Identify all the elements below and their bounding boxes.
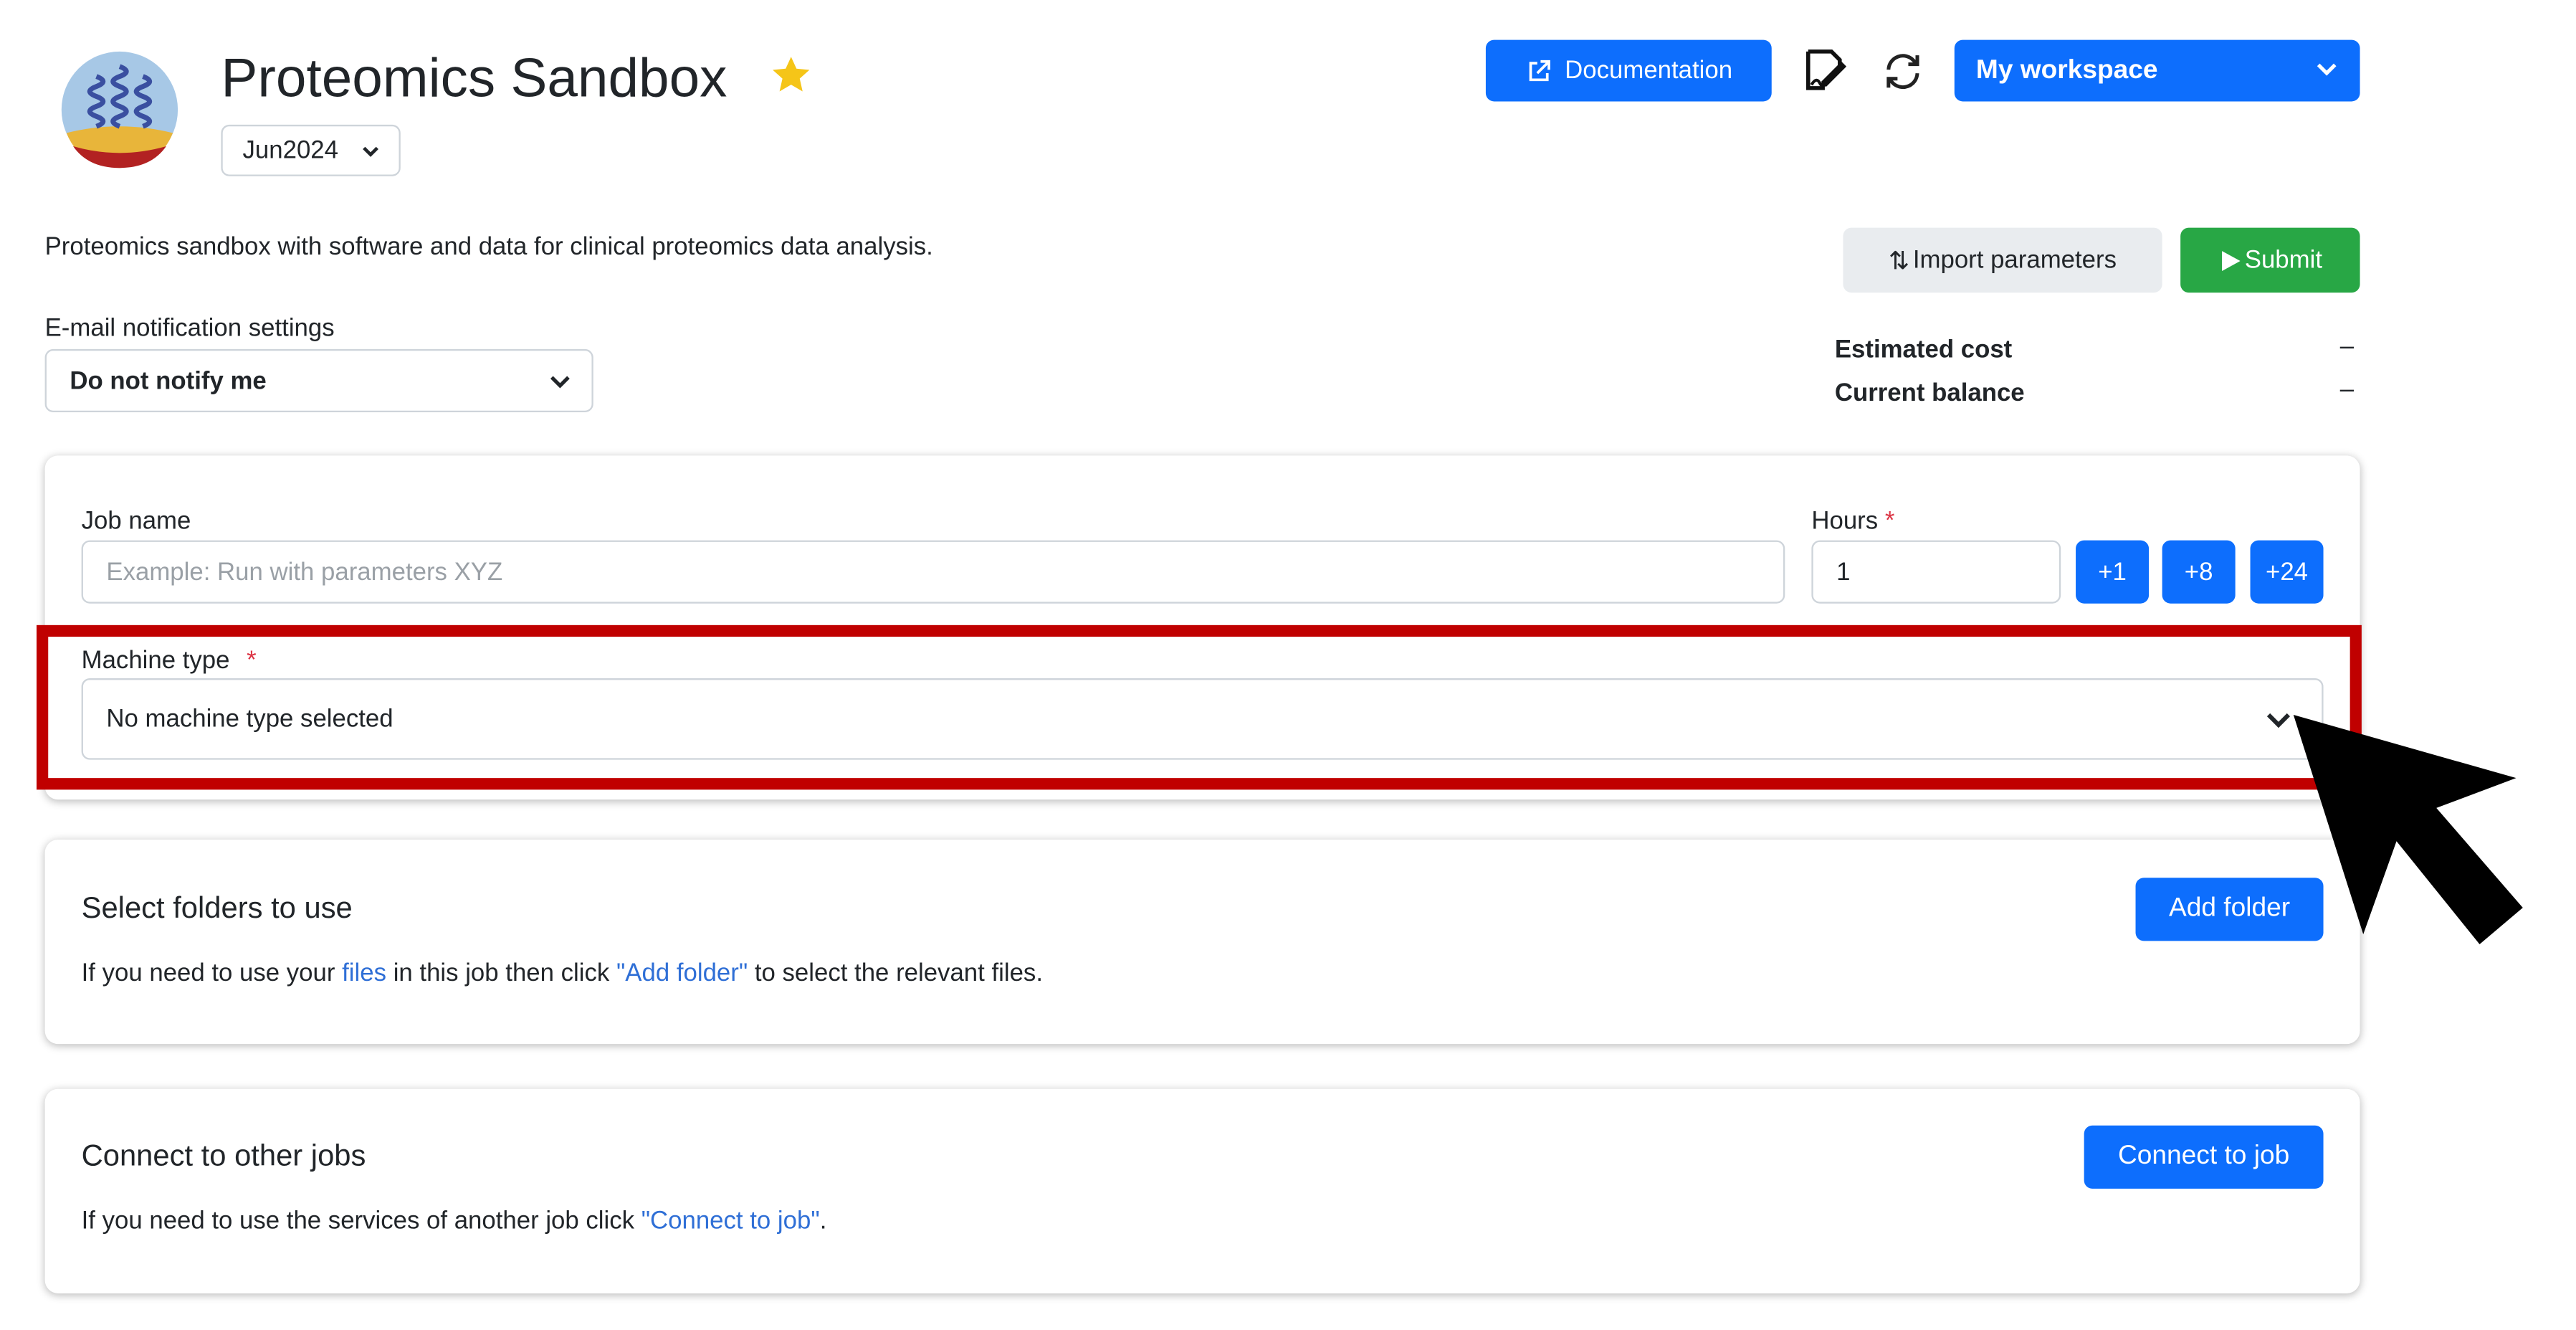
connect-text-suffix: . xyxy=(819,1207,827,1235)
star-icon[interactable] xyxy=(770,53,813,96)
submit-button[interactable]: Submit xyxy=(2180,227,2360,293)
email-notification-value: Do not notify me xyxy=(70,366,267,395)
import-parameters-button[interactable]: ⇅ Import parameters xyxy=(1843,227,2162,293)
connect-to-job-button[interactable]: Connect to job xyxy=(2084,1125,2324,1189)
chevron-down-icon xyxy=(363,146,378,157)
email-settings-label: E-mail notification settings xyxy=(44,314,335,343)
required-mark: * xyxy=(1884,507,1895,536)
connect-help-text: If you need to use the services of anoth… xyxy=(82,1207,827,1235)
add-1-hour-button[interactable]: +1 xyxy=(2076,540,2150,604)
import-label: Import parameters xyxy=(1912,246,2117,275)
chevron-down-icon xyxy=(550,376,570,389)
current-balance-label: Current balance xyxy=(1834,379,2025,408)
hours-input[interactable]: 1 xyxy=(1811,540,2061,604)
play-icon xyxy=(2221,250,2240,270)
email-notification-select[interactable]: Do not notify me xyxy=(44,348,593,413)
workspace-value: My workspace xyxy=(1975,55,2158,85)
estimated-cost-label: Estimated cost xyxy=(1834,336,2013,364)
page-title: Proteomics Sandbox xyxy=(221,46,728,108)
documentation-button[interactable]: Documentation xyxy=(1485,39,1772,102)
estimated-cost-value: – xyxy=(2339,332,2355,361)
hours-label: Hours * xyxy=(1811,507,1894,535)
add-8-hours-button[interactable]: +8 xyxy=(2162,540,2236,604)
connect-text-prefix: If you need to use the services of anoth… xyxy=(81,1207,641,1235)
documentation-label: Documentation xyxy=(1565,56,1733,85)
folders-text-middle: in this job then click xyxy=(386,959,616,988)
cursor-arrow-icon xyxy=(2263,698,2529,948)
version-value: Jun2024 xyxy=(242,136,339,165)
folders-text-prefix: If you need to use your xyxy=(81,959,343,988)
hours-label-text: Hours xyxy=(1811,507,1879,536)
files-link[interactable]: files xyxy=(342,959,386,987)
connect-job-quote: "Connect to job" xyxy=(641,1207,820,1235)
folders-title: Select folders to use xyxy=(81,890,353,925)
refresh-icon[interactable] xyxy=(1881,50,1924,93)
connect-jobs-card xyxy=(44,1088,2360,1293)
job-name-label: Job name xyxy=(81,507,191,536)
page-description: Proteomics sandbox with software and dat… xyxy=(44,232,933,262)
connect-title: Connect to other jobs xyxy=(81,1139,366,1172)
add-24-hours-button[interactable]: +24 xyxy=(2250,540,2324,604)
submit-label: Submit xyxy=(2244,246,2323,275)
highlight-box xyxy=(37,624,2362,790)
folders-help-text: If you need to use your files in this jo… xyxy=(82,959,1043,987)
add-folder-quote: "Add folder" xyxy=(616,959,748,988)
current-balance-value: – xyxy=(2339,376,2355,404)
chevron-down-icon xyxy=(2317,63,2337,76)
app-logo xyxy=(59,50,179,170)
external-link-icon xyxy=(1528,59,1550,80)
folders-card xyxy=(44,839,2360,1045)
signature-icon[interactable] xyxy=(1801,48,1851,95)
folders-text-suffix: to select the relevant files. xyxy=(748,959,1043,988)
version-select[interactable]: Jun2024 xyxy=(221,124,401,176)
import-icon: ⇅ xyxy=(1889,247,1910,275)
job-name-input[interactable]: Example: Run with parameters XYZ xyxy=(81,540,1785,604)
workspace-select[interactable]: My workspace xyxy=(1954,39,2360,102)
